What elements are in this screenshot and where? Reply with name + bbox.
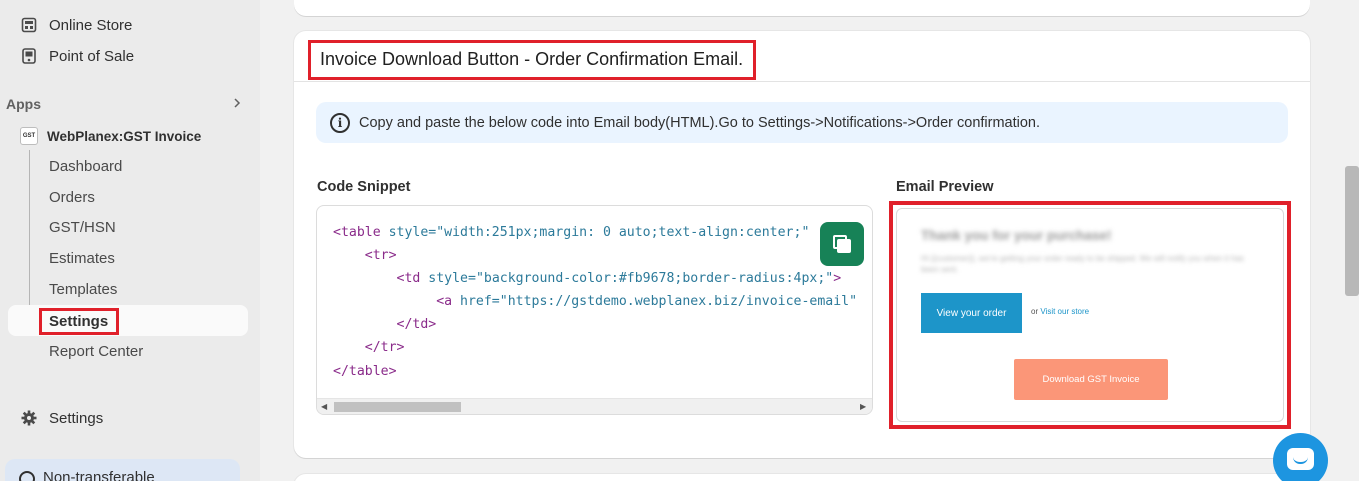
- scroll-left-icon[interactable]: ◀: [321, 402, 327, 411]
- tree-line: [29, 150, 30, 315]
- email-preview-label: Email Preview: [896, 179, 994, 195]
- sidebar-item-gst-hsn[interactable]: GST/HSN: [49, 219, 116, 236]
- code-token: <table: [333, 225, 381, 240]
- non-transferable-banner[interactable]: Non-transferable: [5, 459, 240, 481]
- gst-app-icon: GST: [20, 127, 38, 145]
- nav-point-of-sale[interactable]: Point of Sale: [20, 47, 134, 65]
- scrollbar-thumb[interactable]: [334, 402, 461, 412]
- preview-or-row: or Visit our store: [1031, 307, 1089, 316]
- card-divider: [294, 81, 1310, 82]
- code-token: <td: [396, 271, 421, 287]
- sidebar-item-settings[interactable]: Settings: [39, 308, 119, 335]
- horizontal-scrollbar[interactable]: ◀ ▶: [317, 398, 872, 414]
- code-token: "width:251px;margin: 0 auto;text-align:c…: [436, 225, 810, 240]
- sidebar-item-estimates[interactable]: Estimates: [49, 250, 115, 267]
- next-card: [294, 474, 1310, 481]
- chat-button[interactable]: [1273, 433, 1328, 481]
- code-token: </table>: [333, 363, 397, 379]
- code-token: <a: [436, 294, 453, 310]
- code-snippet[interactable]: <table style="width:251px;margin: 0 auto…: [333, 221, 857, 383]
- scroll-right-icon[interactable]: ▶: [860, 402, 866, 411]
- code-token: >: [833, 271, 842, 287]
- sidebar-item-orders[interactable]: Orders: [49, 189, 95, 206]
- copy-icon-front: [837, 239, 851, 253]
- sidebar: Online Store Point of Sale Apps GST WebP…: [0, 0, 260, 481]
- nav-settings[interactable]: Settings: [20, 409, 103, 427]
- invoice-download-card: Invoice Download Button - Order Confirma…: [294, 31, 1310, 458]
- code-token: </td>: [396, 317, 437, 333]
- nav-online-store[interactable]: Online Store: [20, 16, 132, 34]
- or-text: or: [1031, 307, 1039, 316]
- nav-online-store-label: Online Store: [49, 16, 133, 34]
- chevron-right-icon: [232, 96, 242, 112]
- sidebar-item-report-center[interactable]: Report Center: [49, 343, 143, 360]
- nav-point-of-sale-label: Point of Sale: [49, 47, 135, 65]
- pos-icon: [20, 47, 38, 65]
- previous-card: [294, 0, 1310, 16]
- code-token: href=: [452, 294, 500, 310]
- copy-code-button[interactable]: [820, 222, 864, 266]
- sidebar-item-templates[interactable]: Templates: [49, 281, 117, 298]
- store-icon: [20, 16, 38, 34]
- nav-settings-label: Settings: [49, 409, 104, 427]
- page-scrollbar[interactable]: [1345, 166, 1359, 296]
- apps-label: Apps: [6, 96, 41, 112]
- info-circle-icon: [19, 471, 35, 481]
- info-icon: i: [330, 112, 350, 133]
- non-transferable-label: Non-transferable: [43, 469, 155, 481]
- email-preview: Thank you for your purchase! Hi {{custom…: [896, 208, 1284, 422]
- info-banner-text: Copy and paste the below code into Email…: [359, 114, 1041, 131]
- code-token: "https://gstdemo.webplanex.biz/invoice-e…: [499, 294, 858, 310]
- card-title: Invoice Download Button - Order Confirma…: [308, 40, 757, 80]
- gear-icon: [20, 409, 38, 427]
- sidebar-item-dashboard[interactable]: Dashboard: [49, 158, 122, 175]
- code-token: "background-color:#fb9678;border-radius:…: [475, 271, 834, 287]
- code-token: style=: [420, 271, 476, 287]
- apps-section[interactable]: Apps: [6, 96, 242, 112]
- download-gst-invoice-button[interactable]: Download GST Invoice: [1014, 359, 1168, 400]
- code-token: style=: [380, 225, 437, 240]
- code-snippet-box[interactable]: <table style="width:251px;margin: 0 auto…: [316, 205, 873, 415]
- preview-heading: Thank you for your purchase!: [921, 228, 1112, 243]
- info-banner: i Copy and paste the below code into Ema…: [316, 102, 1288, 143]
- email-preview-highlight: Thank you for your purchase! Hi {{custom…: [889, 201, 1291, 429]
- code-token: </tr>: [364, 340, 405, 356]
- code-token: <tr>: [364, 248, 397, 264]
- code-snippet-label: Code Snippet: [317, 179, 411, 195]
- app-webplanex-gst[interactable]: GST WebPlanex:GST Invoice: [20, 127, 201, 145]
- preview-subtext: Hi {{customer}}, we're getting your orde…: [921, 254, 1244, 274]
- visit-store-link[interactable]: Visit our store: [1040, 307, 1089, 316]
- view-order-button[interactable]: View your order: [921, 293, 1022, 333]
- app-name: WebPlanex:GST Invoice: [47, 128, 202, 144]
